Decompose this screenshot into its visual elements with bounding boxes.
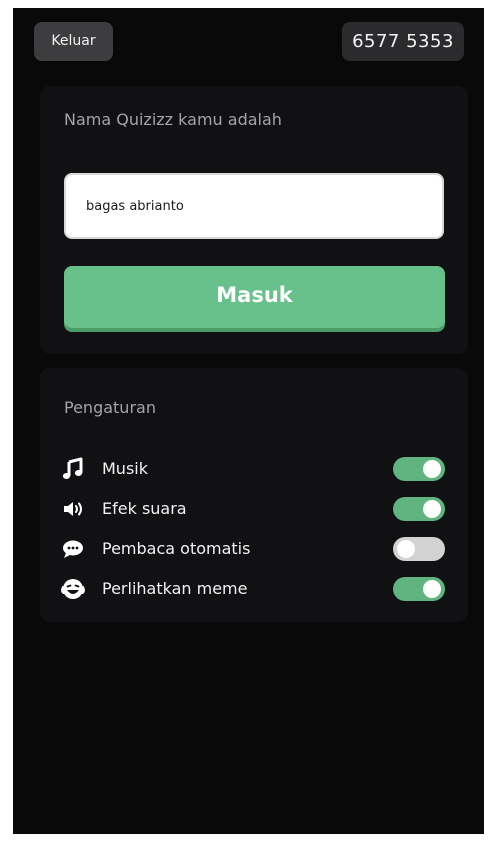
setting-row-music: Musik — [40, 454, 468, 484]
name-input[interactable] — [64, 173, 444, 239]
exit-button[interactable]: Keluar — [34, 22, 113, 61]
speaker-icon — [61, 497, 85, 521]
join-card-title: Nama Quizizz kamu adalah — [64, 110, 282, 129]
toggle-music[interactable] — [393, 457, 445, 481]
setting-label-show-memes: Perlihatkan meme — [102, 579, 248, 598]
toggle-knob — [397, 540, 415, 558]
app-screen: Keluar 6577 5353 Nama Quizizz kamu adala… — [13, 8, 484, 834]
setting-row-sound-effects: Efek suara — [40, 494, 468, 524]
toggle-sound-effects[interactable] — [393, 497, 445, 521]
settings-title: Pengaturan — [64, 398, 156, 417]
laughing-face-icon — [61, 577, 85, 601]
top-bar: Keluar 6577 5353 — [13, 8, 484, 78]
toggle-knob — [423, 580, 441, 598]
setting-label-auto-reader: Pembaca otomatis — [102, 539, 251, 558]
join-button[interactable]: Masuk — [64, 266, 445, 328]
toggle-auto-reader[interactable] — [393, 537, 445, 561]
toggle-show-memes[interactable] — [393, 577, 445, 601]
setting-row-show-memes: Perlihatkan meme — [40, 574, 468, 604]
toggle-knob — [423, 460, 441, 478]
toggle-knob — [423, 500, 441, 518]
game-code-badge: 6577 5353 — [342, 22, 464, 61]
chat-bubble-icon — [61, 537, 85, 561]
setting-label-music: Musik — [102, 459, 148, 478]
setting-label-sound-effects: Efek suara — [102, 499, 187, 518]
settings-card: Pengaturan Musik Efek suara Pembaca otom… — [40, 368, 468, 622]
setting-row-auto-reader: Pembaca otomatis — [40, 534, 468, 564]
music-note-icon — [61, 457, 85, 481]
join-card: Nama Quizizz kamu adalah Masuk — [40, 86, 468, 354]
